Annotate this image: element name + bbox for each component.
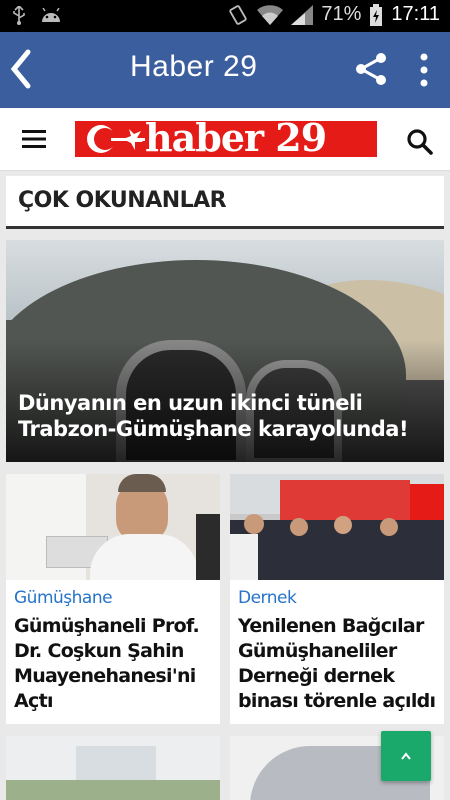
- android-icon: [42, 8, 60, 22]
- wifi-icon: [257, 4, 284, 25]
- article-image: [6, 736, 220, 800]
- section-title: ÇOK OKUNANLAR: [18, 188, 227, 213]
- app-title: Haber 29: [130, 50, 258, 83]
- article-category[interactable]: Dernek: [238, 588, 297, 608]
- chevron-up-icon: [401, 752, 411, 760]
- app-bar: Haber 29: [0, 32, 450, 108]
- status-bar: 71% 17:11: [0, 0, 450, 32]
- article-title[interactable]: Yenilenen Bağcılar Gümüşhaneliler Derneğ…: [238, 614, 442, 714]
- hamburger-menu-icon[interactable]: [22, 128, 46, 150]
- site-header: haber 29: [0, 108, 450, 171]
- vibrate-icon: [229, 4, 248, 25]
- article-title[interactable]: Gümüşhaneli Prof. Dr. Coşkun Şahin Muaye…: [14, 614, 218, 714]
- article-image: [230, 474, 444, 580]
- usb-icon: [13, 6, 25, 25]
- article-category[interactable]: Gümüşhane: [14, 588, 113, 608]
- flag-crescent-icon: [87, 125, 145, 153]
- signal-icon: [291, 4, 314, 25]
- logo-text: haber 29: [145, 121, 327, 157]
- battery-percent: 71%: [321, 3, 362, 25]
- more-vert-icon[interactable]: [414, 52, 434, 88]
- article-card[interactable]: Dernek Yenilenen Bağcılar Gümüşhaneliler…: [230, 474, 444, 724]
- clock: 17:11: [391, 3, 440, 25]
- search-icon[interactable]: [406, 128, 434, 156]
- article-card[interactable]: [6, 736, 220, 800]
- article-card[interactable]: Gümüşhane Gümüşhaneli Prof. Dr. Coşkun Ş…: [6, 474, 220, 724]
- site-logo[interactable]: haber 29: [75, 121, 377, 157]
- section-header: ÇOK OKUNANLAR: [6, 176, 444, 229]
- featured-headline: Dünyanın en uzun ikinci tüneli Trabzon-G…: [18, 391, 409, 441]
- back-icon[interactable]: [6, 46, 34, 92]
- battery-icon: [370, 3, 383, 26]
- scroll-to-top-button[interactable]: [381, 731, 431, 781]
- article-image: [6, 474, 220, 580]
- share-icon[interactable]: [354, 52, 388, 86]
- featured-article[interactable]: Dünyanın en uzun ikinci tüneli Trabzon-G…: [6, 240, 444, 462]
